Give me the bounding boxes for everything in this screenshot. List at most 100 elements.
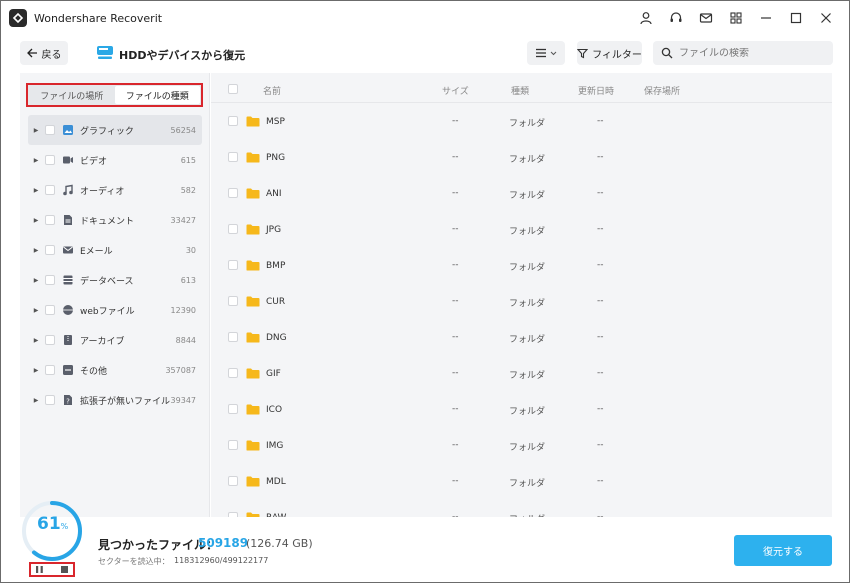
search-box[interactable] [653,41,833,65]
category-item[interactable]: ▶ その他 357087 [28,355,202,385]
category-label: ドキュメント [80,216,135,227]
file-date: -- [597,440,604,450]
expand-arrow-icon[interactable]: ▶ [28,337,44,344]
category-item[interactable]: ▶ webファイル 12390 [28,295,202,325]
category-item[interactable]: ▶ グラフィック 56254 [28,115,202,145]
app-window: Wondershare Recoverit 戻る HDDやデバイスから復元 フィ… [0,0,850,583]
category-checkbox[interactable] [45,185,55,195]
category-checkbox[interactable] [45,335,55,345]
app-title: Wondershare Recoverit [34,11,163,25]
header-size[interactable]: サイズ [442,84,469,97]
table-row[interactable]: CUR -- フォルダ -- [211,283,832,319]
minimize-icon[interactable] [751,7,781,29]
category-label: オーディオ [80,186,125,197]
progress-percent: 61% [37,514,69,534]
expand-arrow-icon[interactable]: ▶ [28,397,44,404]
recover-button[interactable]: 復元する [734,535,832,566]
category-checkbox[interactable] [45,365,55,375]
svg-text:?: ? [66,398,70,406]
filter-button[interactable]: フィルター [577,41,642,65]
menu-grid-icon[interactable] [721,7,751,29]
expand-arrow-icon[interactable]: ▶ [28,277,44,284]
close-icon[interactable] [811,7,841,29]
found-files-count: 509189 [198,536,249,550]
category-item[interactable]: ▶ オーディオ 582 [28,175,202,205]
table-row[interactable]: PNG -- フォルダ -- [211,139,832,175]
row-checkbox[interactable] [228,440,238,450]
expand-arrow-icon[interactable]: ▶ [28,157,44,164]
row-checkbox[interactable] [228,188,238,198]
view-mode-button[interactable] [527,41,565,65]
category-checkbox[interactable] [45,245,55,255]
header-type[interactable]: 種類 [511,84,529,97]
table-row[interactable]: BMP -- フォルダ -- [211,247,832,283]
category-count: 613 [180,275,196,285]
archive-icon [62,334,74,346]
file-type: フォルダ [509,119,546,129]
file-date: -- [597,476,604,486]
mail-icon[interactable] [691,7,721,29]
row-checkbox[interactable] [228,368,238,378]
category-count: 357087 [165,365,196,375]
table-row[interactable]: ICO -- フォルダ -- [211,391,832,427]
expand-arrow-icon[interactable]: ▶ [28,367,44,374]
select-all-checkbox[interactable] [228,84,238,94]
support-headset-icon[interactable] [661,7,691,29]
category-item[interactable]: ▶? 拡張子が無いファイル 39347 [28,385,202,415]
tab-file-type[interactable]: ファイルの種類 [114,86,200,104]
table-row[interactable]: ANI -- フォルダ -- [211,175,832,211]
chevron-down-icon [550,51,557,55]
category-checkbox[interactable] [45,125,55,135]
category-item[interactable]: ▶ ドキュメント 33427 [28,205,202,235]
maximize-icon[interactable] [781,7,811,29]
file-name: GIF [266,369,281,379]
folder-icon [246,404,260,415]
category-checkbox[interactable] [45,395,55,405]
row-checkbox[interactable] [228,404,238,414]
category-item[interactable]: ▶ ビデオ 615 [28,145,202,175]
header-path[interactable]: 保存場所 [644,84,680,97]
category-label: Eメール [80,246,113,257]
table-row[interactable]: MSP -- フォルダ -- [211,103,832,139]
search-input[interactable] [679,47,829,59]
audio-icon [62,184,74,196]
category-item[interactable]: ▶ データベース 613 [28,265,202,295]
page-title: HDDやデバイスから復元 [119,49,246,62]
table-row[interactable]: IMG -- フォルダ -- [211,427,832,463]
expand-arrow-icon[interactable]: ▶ [28,127,44,134]
file-size: -- [452,260,459,270]
table-row[interactable]: GIF -- フォルダ -- [211,355,832,391]
table-row[interactable]: RAW--フォルダ-- [211,499,832,517]
account-icon[interactable] [631,7,661,29]
tab-file-location[interactable]: ファイルの場所 [29,86,115,104]
expand-arrow-icon[interactable]: ▶ [28,187,44,194]
category-item[interactable]: ▶ Eメール 30 [28,235,202,265]
stop-icon[interactable] [60,565,69,574]
table-row[interactable]: JPG -- フォルダ -- [211,211,832,247]
category-checkbox[interactable] [45,155,55,165]
row-checkbox[interactable] [228,476,238,486]
header-name[interactable]: 名前 [263,84,281,97]
row-checkbox[interactable] [228,260,238,270]
pause-icon[interactable] [35,565,44,574]
expand-arrow-icon[interactable]: ▶ [28,217,44,224]
row-checkbox[interactable] [228,152,238,162]
row-checkbox[interactable] [228,296,238,306]
row-checkbox[interactable] [228,332,238,342]
expand-arrow-icon[interactable]: ▶ [28,307,44,314]
back-button[interactable]: 戻る [20,41,68,65]
row-checkbox[interactable] [228,116,238,126]
table-row[interactable]: DNG -- フォルダ -- [211,319,832,355]
category-count: 582 [180,185,196,195]
header-date[interactable]: 更新日時 [578,84,614,97]
category-checkbox[interactable] [45,305,55,315]
file-type: フォルダ [509,299,546,309]
category-item[interactable]: ▶ アーカイブ 8844 [28,325,202,355]
row-checkbox[interactable] [228,224,238,234]
category-checkbox[interactable] [45,215,55,225]
category-checkbox[interactable] [45,275,55,285]
file-size: -- [452,188,459,198]
category-count: 8844 [175,335,196,345]
expand-arrow-icon[interactable]: ▶ [28,247,44,254]
table-row[interactable]: MDL -- フォルダ -- [211,463,832,499]
